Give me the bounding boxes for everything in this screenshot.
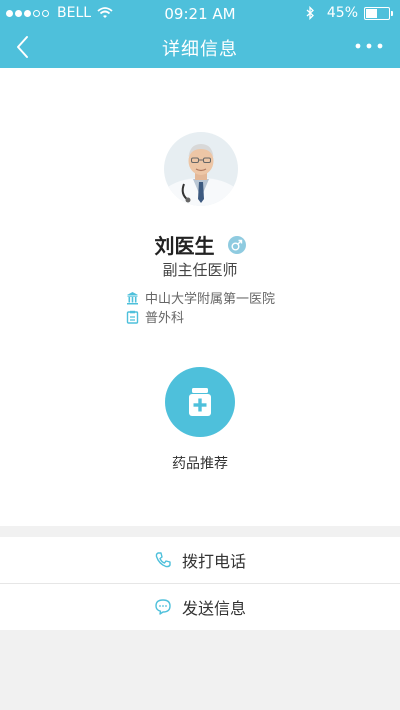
doctor-name: 刘医生 [154, 234, 215, 258]
doctor-info: 中山大学附属第一医院 普外科 [126, 288, 275, 326]
battery-fill [366, 8, 377, 18]
battery-icon [364, 6, 393, 20]
medicine-bottle-icon [189, 388, 211, 416]
contact-actions: 拨打电话 发送信息 [0, 537, 400, 630]
avatar[interactable] [164, 132, 238, 206]
doctor-profile-card: 刘医生 副主任医师 中山大学附属第一医院 普外科 药品推荐 [0, 68, 400, 526]
message-label: 发送信息 [181, 599, 246, 618]
call-label: 拨打电话 [181, 552, 246, 571]
page-title: 详细信息 [162, 39, 238, 60]
clipboard-icon [126, 310, 139, 324]
medicine-recommendation-label[interactable]: 药品推荐 [0, 453, 400, 473]
hospital-name: 中山大学附属第一医院 [145, 292, 276, 307]
call-button[interactable]: 拨打电话 [0, 537, 400, 583]
medicine-recommendation-button[interactable] [165, 367, 235, 437]
top-bar: BELL 09:21 AM 45% 详细信息 [0, 0, 400, 68]
hospital-icon [127, 291, 138, 304]
status-right: 45% [306, 5, 393, 21]
department-name: 普外科 [145, 311, 185, 326]
doctor-title: 副主任医师 [162, 261, 238, 279]
more-icon [355, 43, 383, 49]
doctor-name-row: 刘医生 [0, 230, 400, 259]
status-bar: BELL 09:21 AM 45% [0, 0, 400, 26]
bluetooth-icon [306, 6, 314, 20]
send-message-button[interactable]: 发送信息 [0, 583, 400, 630]
phone-icon [155, 552, 171, 568]
nav-bar: 详细信息 [0, 26, 400, 68]
battery-percent: 45% [326, 5, 358, 21]
hospital-row: 中山大学附属第一医院 [126, 288, 275, 307]
chat-bubble-icon [155, 599, 171, 615]
doctor-avatar-image [164, 132, 238, 206]
more-button[interactable] [352, 36, 386, 56]
department-row: 普外科 [126, 307, 275, 326]
male-icon [227, 235, 246, 254]
